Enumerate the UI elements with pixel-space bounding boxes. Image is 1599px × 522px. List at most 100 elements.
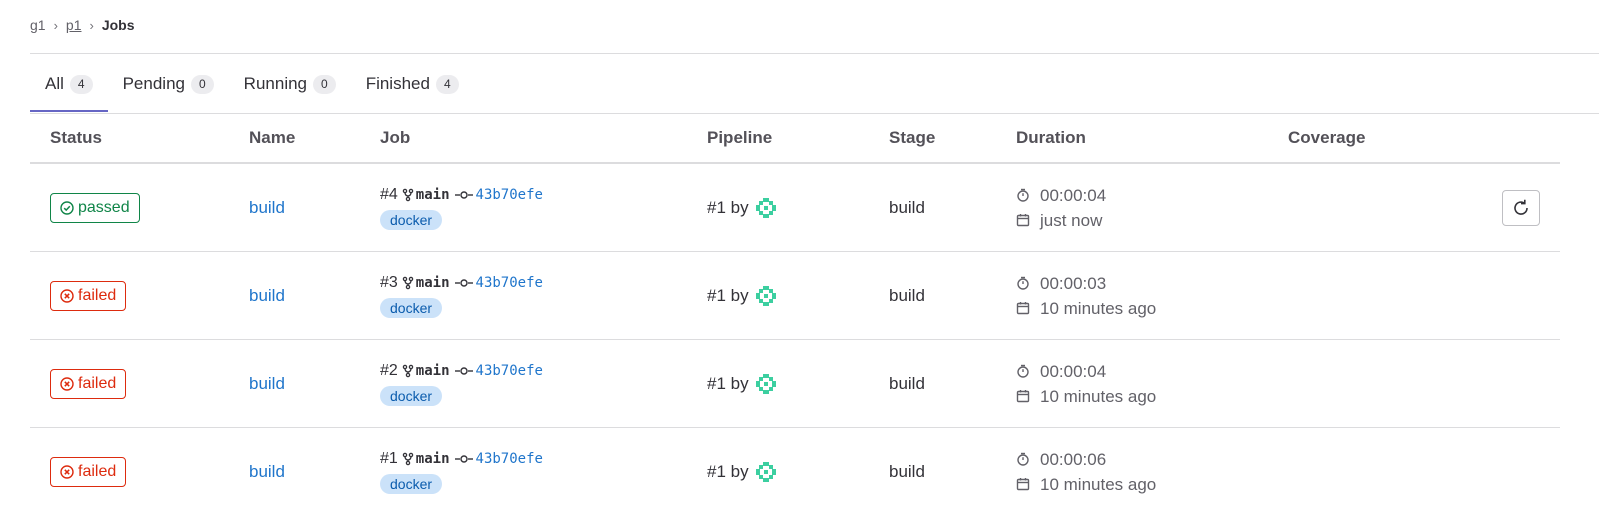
branch-link[interactable]: main — [416, 275, 450, 291]
breadcrumb: g1 › p1 › Jobs — [30, 14, 135, 36]
tab-count: 4 — [435, 74, 459, 94]
status-label: failed — [78, 374, 117, 392]
finished-time: 10 minutes ago — [1040, 386, 1157, 406]
commit-icon — [454, 454, 473, 464]
job-id-link[interactable]: #3 — [380, 274, 398, 292]
stopwatch-icon — [1016, 364, 1034, 378]
duration-value: 00:00:04 — [1040, 185, 1107, 205]
commit-sha-link[interactable]: 43b70efe — [476, 275, 543, 291]
stopwatch-icon — [1016, 276, 1034, 290]
commit-sha-link[interactable]: 43b70efe — [476, 187, 543, 203]
avatar[interactable] — [753, 459, 778, 484]
col-pipeline: Pipeline — [687, 114, 869, 164]
tab-finished[interactable]: Finished 4 — [351, 62, 474, 106]
pipeline-link[interactable]: #1 by — [707, 198, 749, 218]
runner-tag: docker — [380, 297, 443, 318]
stage-label: build — [889, 461, 925, 481]
x-circle-icon — [60, 464, 74, 479]
tab-all[interactable]: All 4 — [30, 62, 108, 112]
tab-running[interactable]: Running 0 — [229, 62, 351, 106]
tab-count: 4 — [69, 74, 93, 94]
commit-sha-link[interactable]: 43b70efe — [476, 363, 543, 379]
col-duration: Duration — [996, 114, 1268, 164]
chevron-right-icon: › — [89, 17, 94, 33]
breadcrumb-group[interactable]: g1 — [30, 17, 46, 33]
status-badge[interactable]: failed — [50, 456, 127, 487]
stage-label: build — [889, 285, 925, 305]
branch-icon — [402, 188, 414, 202]
stage-label: build — [889, 197, 925, 217]
table-row: passed build #4 main 43b70efe docker #1 … — [30, 163, 1560, 252]
calendar-icon — [1016, 389, 1034, 403]
divider — [30, 53, 1599, 54]
finished-time: just now — [1040, 210, 1103, 230]
calendar-icon — [1016, 213, 1034, 227]
pipeline-link[interactable]: #1 by — [707, 374, 749, 394]
status-label: passed — [78, 198, 130, 216]
col-coverage: Coverage — [1268, 114, 1560, 164]
status-badge[interactable]: passed — [50, 192, 140, 223]
pipeline-link[interactable]: #1 by — [707, 286, 749, 306]
duration-value: 00:00:03 — [1040, 273, 1107, 293]
job-id-link[interactable]: #4 — [380, 186, 398, 204]
job-tabs: All 4 Pending 0 Running 0 Finished 4 — [30, 62, 474, 112]
duration-value: 00:00:04 — [1040, 361, 1107, 381]
avatar[interactable] — [753, 195, 778, 220]
branch-icon — [402, 452, 414, 466]
breadcrumb-current[interactable]: Jobs — [102, 17, 135, 33]
table-header: Status Name Job Pipeline Stage Duration … — [30, 114, 1560, 164]
tab-label: Finished — [365, 74, 430, 93]
job-name-link[interactable]: build — [249, 286, 285, 305]
runner-tag: docker — [380, 385, 443, 406]
branch-icon — [402, 364, 414, 378]
stage-label: build — [889, 373, 925, 393]
check-circle-icon — [60, 200, 74, 215]
commit-icon — [454, 190, 473, 200]
table-row: failed build #2 main 43b70efe docker #1 … — [30, 339, 1560, 428]
finished-time: 10 minutes ago — [1040, 474, 1157, 494]
duration-value: 00:00:06 — [1040, 449, 1107, 469]
job-id-link[interactable]: #2 — [380, 362, 398, 380]
stopwatch-icon — [1016, 188, 1034, 202]
col-status: Status — [30, 114, 229, 164]
pipeline-link[interactable]: #1 by — [707, 462, 749, 482]
runner-tag: docker — [380, 209, 443, 230]
job-name-link[interactable]: build — [249, 374, 285, 393]
status-badge[interactable]: failed — [50, 280, 127, 311]
avatar[interactable] — [753, 371, 778, 396]
commit-sha-link[interactable]: 43b70efe — [476, 451, 543, 467]
tab-label: Pending — [122, 74, 185, 93]
tab-count: 0 — [190, 74, 214, 94]
tab-count: 0 — [313, 74, 336, 94]
breadcrumb-project[interactable]: p1 — [66, 17, 82, 33]
jobs-table: Status Name Job Pipeline Stage Duration … — [30, 114, 1560, 515]
col-name: Name — [229, 114, 360, 164]
finished-time: 10 minutes ago — [1040, 298, 1157, 318]
status-label: failed — [78, 462, 117, 480]
stopwatch-icon — [1016, 452, 1034, 466]
calendar-icon — [1016, 477, 1034, 491]
branch-icon — [402, 276, 414, 290]
job-id-link[interactable]: #1 — [380, 450, 398, 468]
retry-icon — [1511, 198, 1531, 218]
chevron-right-icon: › — [53, 17, 58, 33]
branch-link[interactable]: main — [416, 187, 450, 203]
job-name-link[interactable]: build — [249, 198, 285, 217]
tab-label: All — [45, 74, 64, 93]
col-job: Job — [360, 114, 687, 164]
commit-icon — [454, 366, 473, 376]
commit-icon — [454, 278, 473, 288]
branch-link[interactable]: main — [416, 363, 450, 379]
retry-button[interactable] — [1502, 189, 1540, 226]
avatar[interactable] — [753, 283, 778, 308]
tab-label: Running — [243, 74, 307, 93]
tab-pending[interactable]: Pending 0 — [108, 62, 229, 106]
job-name-link[interactable]: build — [249, 462, 285, 481]
runner-tag: docker — [380, 473, 443, 494]
table-row: failed build #3 main 43b70efe docker #1 … — [30, 251, 1560, 340]
x-circle-icon — [60, 376, 74, 391]
status-badge[interactable]: failed — [50, 368, 127, 399]
table-row: failed build #1 main 43b70efe docker #1 … — [30, 428, 1560, 516]
calendar-icon — [1016, 301, 1034, 315]
branch-link[interactable]: main — [416, 451, 450, 467]
